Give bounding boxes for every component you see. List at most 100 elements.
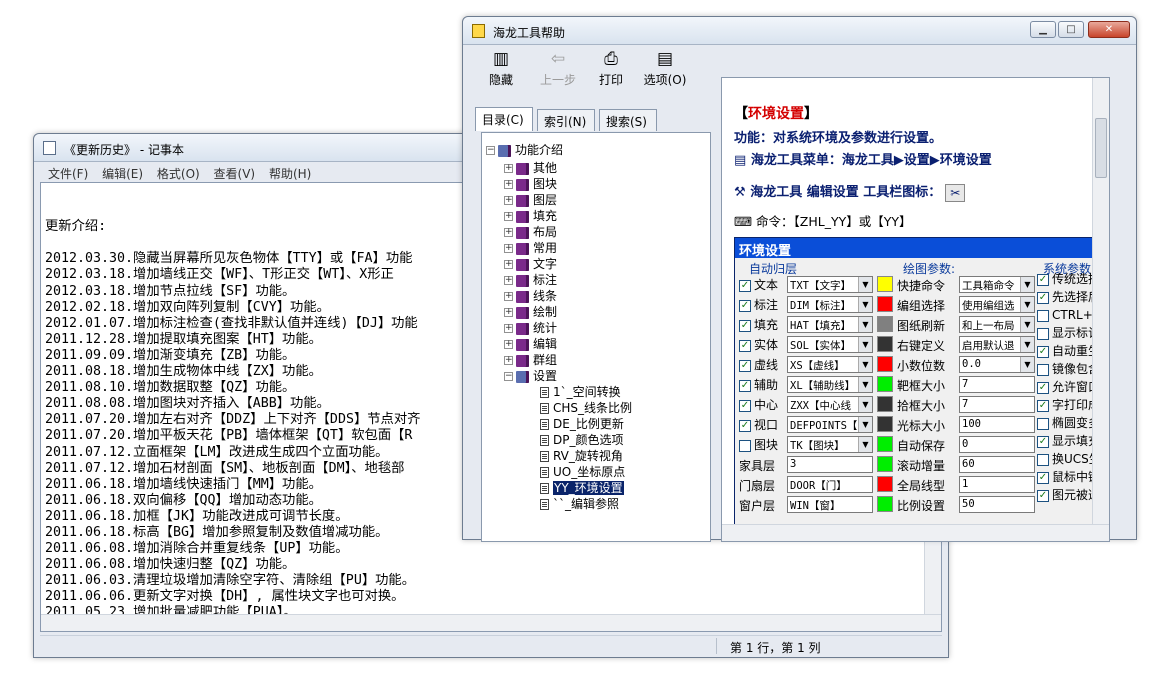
expand-icon[interactable]: + (504, 292, 513, 301)
param-field[interactable]: 7 (959, 376, 1035, 393)
menu-format[interactable]: 格式(O) (157, 165, 200, 182)
layer-checkbox[interactable]: ✓ (739, 359, 751, 372)
layer-color-swatch[interactable] (877, 296, 893, 312)
help-titlebar[interactable]: 海龙工具帮助 ▁ □ ✕ (463, 17, 1136, 45)
expand-icon[interactable]: + (504, 180, 513, 189)
collapse-icon[interactable]: − (504, 372, 513, 381)
system-checkbox[interactable]: ✓ (1037, 345, 1049, 358)
dropdown-arrow-icon[interactable]: ▼ (1020, 317, 1034, 332)
dropdown-arrow-icon[interactable]: ▼ (858, 437, 872, 452)
content-vertical-scrollbar[interactable] (1092, 78, 1109, 525)
tree-topic[interactable]: UO_坐标原点 (540, 463, 625, 479)
expand-icon[interactable]: + (504, 228, 513, 237)
layer-color-swatch[interactable] (877, 376, 893, 392)
layer-checkbox[interactable]: ✓ (739, 399, 751, 412)
layer-checkbox[interactable] (739, 439, 751, 452)
layer-color-swatch[interactable] (877, 316, 893, 332)
layer-color-swatch[interactable] (877, 336, 893, 352)
options-button[interactable]: ▤ 选项(O) (639, 49, 691, 88)
layer-color-swatch[interactable] (877, 476, 893, 492)
layer-checkbox[interactable]: ✓ (739, 279, 751, 292)
system-checkbox[interactable] (1037, 417, 1049, 430)
system-checkbox[interactable]: ✓ (1037, 489, 1049, 502)
expand-icon[interactable]: + (504, 356, 513, 365)
param-field[interactable]: 启用默认退 ▼ (959, 336, 1035, 353)
param-field[interactable]: 60 (959, 456, 1035, 473)
param-field[interactable]: 0.0 ▼ (959, 356, 1035, 373)
layer-dropdown[interactable]: DIM【标注】 ▼ (787, 296, 873, 313)
expand-icon[interactable]: + (504, 164, 513, 173)
scroll-thumb[interactable] (1095, 118, 1107, 178)
layer-checkbox[interactable]: ✓ (739, 379, 751, 392)
menu-view[interactable]: 查看(V) (214, 165, 256, 182)
layer-color-swatch[interactable] (877, 436, 893, 452)
system-checkbox[interactable]: ✓ (1037, 471, 1049, 484)
layer-checkbox[interactable]: ✓ (739, 339, 751, 352)
param-field[interactable]: 0 (959, 436, 1035, 453)
system-checkbox[interactable] (1037, 363, 1049, 376)
dropdown-arrow-icon[interactable]: ▼ (858, 317, 872, 332)
layer-dropdown[interactable]: XS【虚线】 ▼ (787, 356, 873, 373)
hide-button[interactable]: ▥ 隐藏 (483, 49, 519, 88)
tree-item[interactable]: + 其他 (504, 159, 557, 175)
tree-topic[interactable]: YY_环境设置 (540, 479, 624, 495)
tab-index[interactable]: 索引(N) (537, 109, 595, 131)
expand-icon[interactable]: + (504, 196, 513, 205)
layer-dropdown[interactable]: HAT【填充】 ▼ (787, 316, 873, 333)
tree-item[interactable]: + 群组 (504, 351, 557, 367)
system-checkbox[interactable] (1037, 309, 1049, 322)
minimize-button[interactable]: ▁ (1030, 21, 1056, 38)
system-checkbox[interactable] (1037, 327, 1049, 340)
layer-dropdown[interactable]: ZXX【中心线 ▼ (787, 396, 873, 413)
expand-icon[interactable]: + (504, 340, 513, 349)
dropdown-arrow-icon[interactable]: ▼ (858, 297, 872, 312)
system-checkbox[interactable]: ✓ (1037, 381, 1049, 394)
tree-topic[interactable]: 1`_空间转换 (540, 383, 621, 399)
tree-item[interactable]: + 图层 (504, 191, 557, 207)
param-field[interactable]: 1 (959, 476, 1035, 493)
layer-checkbox[interactable]: ✓ (739, 299, 751, 312)
notepad-horizontal-scrollbar[interactable] (41, 614, 941, 631)
maximize-button[interactable]: □ (1058, 21, 1084, 38)
param-field[interactable]: 50 (959, 496, 1035, 513)
param-field[interactable]: 100 (959, 416, 1035, 433)
system-checkbox[interactable]: ✓ (1037, 273, 1049, 286)
param-field[interactable]: 使用编组选 ▼ (959, 296, 1035, 313)
layer-color-swatch[interactable] (877, 396, 893, 412)
layer-input[interactable]: WIN【窗】 (787, 496, 873, 513)
dropdown-arrow-icon[interactable]: ▼ (858, 277, 872, 292)
layer-color-swatch[interactable] (877, 356, 893, 372)
system-checkbox[interactable]: ✓ (1037, 399, 1049, 412)
tree-item[interactable]: + 编辑 (504, 335, 557, 351)
tree-item[interactable]: + 线条 (504, 287, 557, 303)
layer-dropdown[interactable]: XL【辅助线】 ▼ (787, 376, 873, 393)
layer-color-swatch[interactable] (877, 496, 893, 512)
dropdown-arrow-icon[interactable]: ▼ (1020, 297, 1034, 312)
tree-topic[interactable]: RV_旋转视角 (540, 447, 623, 463)
dropdown-arrow-icon[interactable]: ▼ (858, 397, 872, 412)
content-horizontal-scrollbar[interactable] (722, 524, 1109, 541)
layer-dropdown[interactable]: DEFPOINTS【 ▼ (787, 416, 873, 433)
param-field[interactable]: 工具箱命令 ▼ (959, 276, 1035, 293)
dropdown-arrow-icon[interactable]: ▼ (858, 337, 872, 352)
layer-input[interactable]: DOOR【门】 (787, 476, 873, 493)
tree-topic[interactable]: CHS_线条比例 (540, 399, 632, 415)
collapse-icon[interactable]: − (486, 146, 495, 155)
dropdown-arrow-icon[interactable]: ▼ (858, 417, 872, 432)
expand-icon[interactable]: + (504, 260, 513, 269)
layer-dropdown[interactable]: TXT【文字】 ▼ (787, 276, 873, 293)
tree-item-settings[interactable]: − 设置 (504, 367, 557, 383)
param-field[interactable]: 和上一布局 ▼ (959, 316, 1035, 333)
tree-item[interactable]: + 常用 (504, 239, 557, 255)
expand-icon[interactable]: + (504, 308, 513, 317)
dropdown-arrow-icon[interactable]: ▼ (1020, 277, 1034, 292)
tree-root[interactable]: − 功能介绍 (486, 141, 563, 157)
tree-item[interactable]: + 统计 (504, 319, 557, 335)
print-button[interactable]: ⎙ 打印 (593, 49, 629, 88)
layer-checkbox[interactable]: ✓ (739, 319, 751, 332)
dropdown-arrow-icon[interactable]: ▼ (858, 357, 872, 372)
tree-item[interactable]: + 绘制 (504, 303, 557, 319)
system-checkbox[interactable] (1037, 453, 1049, 466)
dropdown-arrow-icon[interactable]: ▼ (858, 377, 872, 392)
dropdown-arrow-icon[interactable]: ▼ (1020, 357, 1034, 372)
